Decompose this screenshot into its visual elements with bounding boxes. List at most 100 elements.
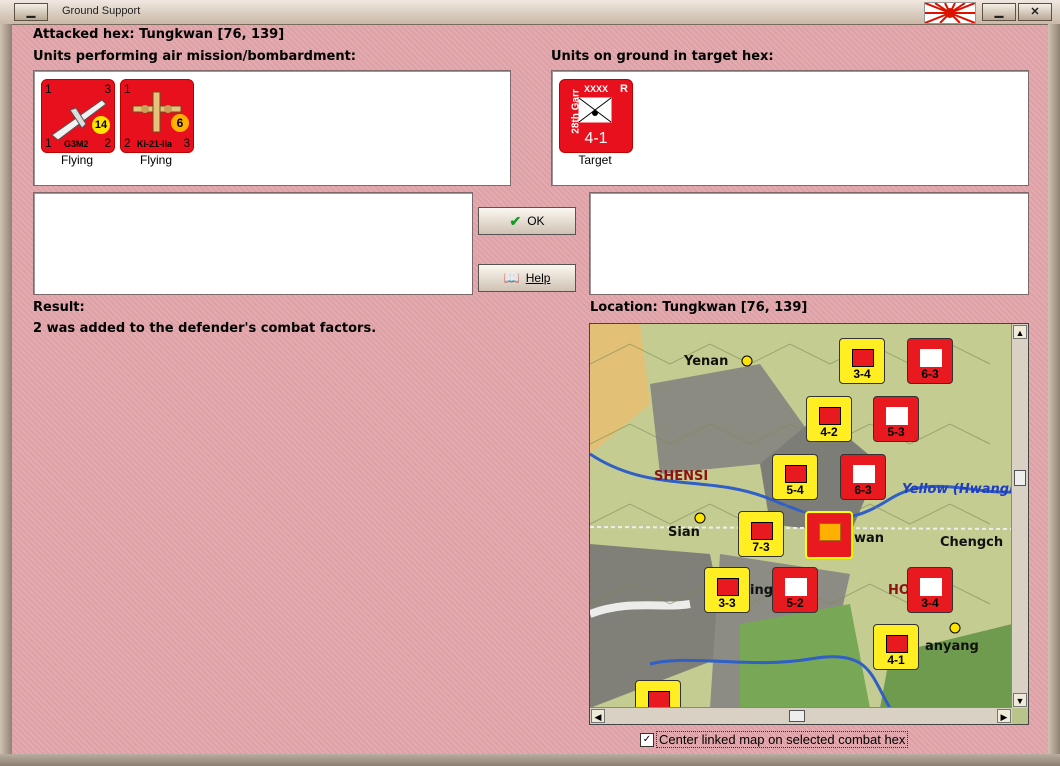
checkmark-icon: ✔ — [509, 212, 522, 229]
map-unit-factors: 6-3 — [921, 367, 939, 381]
ground-units-panel: 28th Garr XXXX R 4-1 Target — [551, 70, 1029, 186]
map-unit-factors: 4-1 — [887, 653, 905, 667]
map-unit[interactable]: 4-2 — [806, 396, 852, 442]
unit-symbol-icon — [785, 465, 807, 483]
unit-factors: 4-1 — [584, 130, 608, 147]
unit-bottom-right: 3 — [183, 136, 190, 150]
rising-sun-flag-icon — [924, 2, 976, 24]
air-unit-ki21[interactable]: 1 2 3 Ki-21-IIa 6 — [120, 79, 194, 153]
center-map-label[interactable]: Center linked map on selected combat hex — [656, 731, 909, 748]
left-window-edge — [0, 24, 12, 754]
unit-symbol-icon — [785, 578, 807, 596]
ok-button[interactable]: ✔ OK — [478, 207, 576, 235]
map-unit[interactable]: 6-3 — [840, 454, 886, 500]
unit-symbol-icon — [886, 407, 908, 425]
scroll-left-icon[interactable]: ◀ — [591, 709, 605, 723]
garrison-symbol-icon — [578, 97, 612, 123]
unit-symbol-icon — [853, 465, 875, 483]
map-unit[interactable]: 3-4 — [839, 338, 885, 384]
unit-strength-badge: 6 — [171, 114, 189, 132]
map-unit-factors: 6-3 — [854, 483, 872, 497]
explosion-icon — [819, 523, 841, 541]
air-unit-status: Flying — [139, 153, 172, 167]
help-label: Help — [525, 271, 551, 285]
unit-top-left: 1 — [45, 82, 52, 96]
map-unit[interactable]: 3-3 — [704, 567, 750, 613]
map-label-shensi: SHENSI — [654, 469, 709, 484]
unit-bottom-left: 2 — [124, 136, 131, 150]
map-label-loyang: ing — [750, 583, 774, 598]
map-unit-factors: 5-3 — [887, 425, 905, 439]
window-title: Ground Support — [62, 5, 141, 17]
map-unit-factors: 3-3 — [718, 596, 736, 610]
unit-type-name: Ki-21-IIa — [137, 139, 173, 149]
unit-symbol-icon — [819, 407, 841, 425]
air-unit-status: Flying — [60, 153, 93, 167]
map-unit[interactable]: 5-4 — [772, 454, 818, 500]
air-units-label: Units performing air mission/bombardment… — [33, 49, 357, 64]
map-vertical-scroll-thumb[interactable] — [1014, 470, 1026, 486]
map-label-yellow-river: Yellow (Hwangh — [902, 482, 1019, 497]
map-unit-target-hex[interactable] — [805, 511, 853, 559]
unit-top-right: 3 — [104, 82, 111, 96]
map-unit[interactable]: 5-3 — [873, 396, 919, 442]
air-unit-g3m2[interactable]: 1 3 1 2 G3M2 14 — [41, 79, 115, 153]
minimize-button[interactable]: ▁ — [14, 3, 48, 21]
map-unit[interactable]: 6-3 — [907, 338, 953, 384]
unit-symbol-icon — [886, 635, 908, 653]
map-label-anyang: anyang — [925, 639, 979, 654]
result-text: 2 was added to the defender's combat fac… — [33, 321, 377, 336]
ground-support-window: ▁ Ground Support ▁ ✕ Attacked hex: Tungk… — [0, 0, 1060, 766]
close-button[interactable]: ✕ — [1018, 3, 1052, 21]
ground-unit-status: Target — [578, 153, 612, 167]
result-label: Result: — [33, 300, 85, 315]
unit-bottom-right: 2 — [104, 136, 111, 150]
map-horizontal-scrollbar[interactable]: ◀ ▶ — [590, 707, 1012, 724]
unit-type-name: G3M2 — [64, 139, 89, 149]
unit-mark: R — [620, 83, 628, 95]
map-label-tungkwan: wan — [854, 531, 885, 546]
map-unit[interactable]: 5-2 — [772, 567, 818, 613]
attacker-detail-panel — [33, 192, 473, 295]
map-unit-factors: 5-2 — [786, 596, 804, 610]
ground-unit-28th-garr[interactable]: 28th Garr XXXX R 4-1 — [559, 79, 633, 153]
attacked-hex-label: Attacked hex: Tungkwan [76, 139] — [33, 27, 285, 42]
map-label-chengchow: Chengch — [940, 535, 1004, 550]
map-unit-factors: 7-3 — [752, 540, 770, 554]
map-vertical-scrollbar[interactable]: ▲ ▼ — [1011, 324, 1028, 708]
unit-symbol-icon — [920, 578, 942, 596]
location-label: Location: Tungkwan [76, 139] — [590, 300, 808, 315]
restore-button[interactable]: ▁ — [982, 3, 1016, 21]
map-unit-factors: 5-4 — [786, 483, 804, 497]
unit-symbol-icon — [852, 349, 874, 367]
unit-size: XXXX — [584, 84, 609, 94]
map-unit-factors: 3-4 — [853, 367, 871, 381]
map-horizontal-scroll-thumb[interactable] — [789, 710, 805, 722]
defender-detail-panel — [589, 192, 1029, 295]
unit-symbol-icon — [717, 578, 739, 596]
unit-bottom-left: 1 — [45, 136, 52, 150]
scroll-down-icon[interactable]: ▼ — [1013, 693, 1027, 707]
unit-strength-badge: 14 — [92, 116, 110, 134]
map-unit[interactable]: 4-1 — [873, 624, 919, 670]
map-unit-factors: 3-4 — [921, 596, 939, 610]
help-button[interactable]: 📖 Help — [478, 264, 576, 292]
map-label-sian: Sian — [668, 525, 700, 540]
ground-units-label: Units on ground in target hex: — [551, 49, 774, 64]
map-unit[interactable]: 7-3 — [738, 511, 784, 557]
air-units-panel: 1 3 1 2 G3M2 14 Flying 1 2 3 Ki-21-IIa 6… — [33, 70, 511, 186]
map-unit[interactable]: 3-4 — [907, 567, 953, 613]
bottom-window-edge — [0, 754, 1060, 766]
center-map-checkbox[interactable]: ✓ — [640, 733, 654, 747]
map-label-yenan: Yenan — [684, 354, 729, 369]
unit-symbol-icon — [920, 349, 942, 367]
unit-symbol-icon — [751, 522, 773, 540]
location-map[interactable]: Yenan SHENSI Yellow (Hwangh Sian wan Che… — [589, 323, 1029, 725]
title-bar: ▁ Ground Support ▁ ✕ — [0, 0, 1060, 25]
unit-top-left: 1 — [124, 82, 131, 96]
map-unit-factors: 4-2 — [820, 425, 838, 439]
scroll-up-icon[interactable]: ▲ — [1013, 325, 1027, 339]
scroll-right-icon[interactable]: ▶ — [997, 709, 1011, 723]
book-icon: 📖 — [503, 270, 520, 285]
right-window-edge — [1048, 24, 1060, 754]
